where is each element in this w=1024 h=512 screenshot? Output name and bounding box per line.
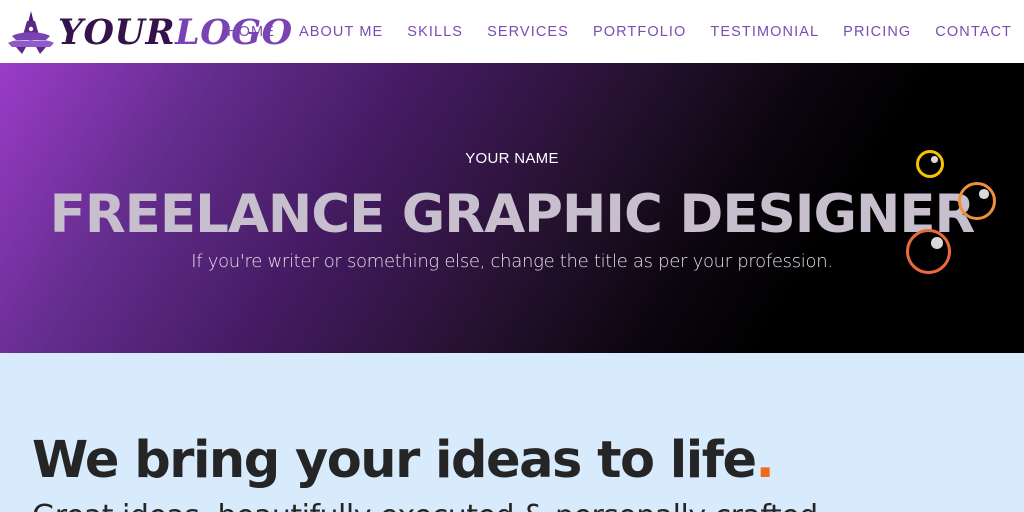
headline-part-bold: ideas <box>435 431 582 490</box>
intro-headline: We bring your ideas to life. <box>32 431 775 490</box>
nav-skills[interactable]: SKILLS <box>407 24 463 40</box>
bubble-decoration-red <box>906 229 951 274</box>
nav-portfolio[interactable]: PORTFOLIO <box>593 24 686 40</box>
headline-accent-dot: . <box>755 431 775 490</box>
headline-part-post: to life <box>580 431 757 490</box>
bubble-decoration-yellow <box>916 150 944 178</box>
main-nav: HOME ABOUT ME SKILLS SERVICES PORTFOLIO … <box>227 0 1012 63</box>
nav-contact[interactable]: CONTACT <box>935 24 1012 40</box>
hero-name: YOUR NAME <box>465 150 559 167</box>
headline-part-pre: We bring your <box>32 431 435 490</box>
nav-about-me[interactable]: ABOUT ME <box>299 24 383 40</box>
hero-title: FREELANCE GRAPHIC DESIGNER <box>49 184 976 245</box>
nav-pricing[interactable]: PRICING <box>843 24 911 40</box>
tower-emblem-icon <box>8 11 54 54</box>
nav-services[interactable]: SERVICES <box>487 24 569 40</box>
logo-text-your: YOUR <box>58 11 176 53</box>
intro-subline: Great ideas, beautifully executed & pers… <box>32 499 818 512</box>
nav-testimonial[interactable]: TESTIMONIAL <box>710 24 819 40</box>
hero-banner: YOUR NAME FREELANCE GRAPHIC DESIGNER If … <box>0 63 1024 353</box>
hero-subtitle: If you're writer or something else, chan… <box>191 251 833 272</box>
nav-home[interactable]: HOME <box>227 24 275 40</box>
site-header: YOURLOGO HOME ABOUT ME SKILLS SERVICES P… <box>0 0 1024 63</box>
bubble-decoration-orange <box>958 182 996 220</box>
intro-section: We bring your ideas to life. Great ideas… <box>0 353 1024 512</box>
